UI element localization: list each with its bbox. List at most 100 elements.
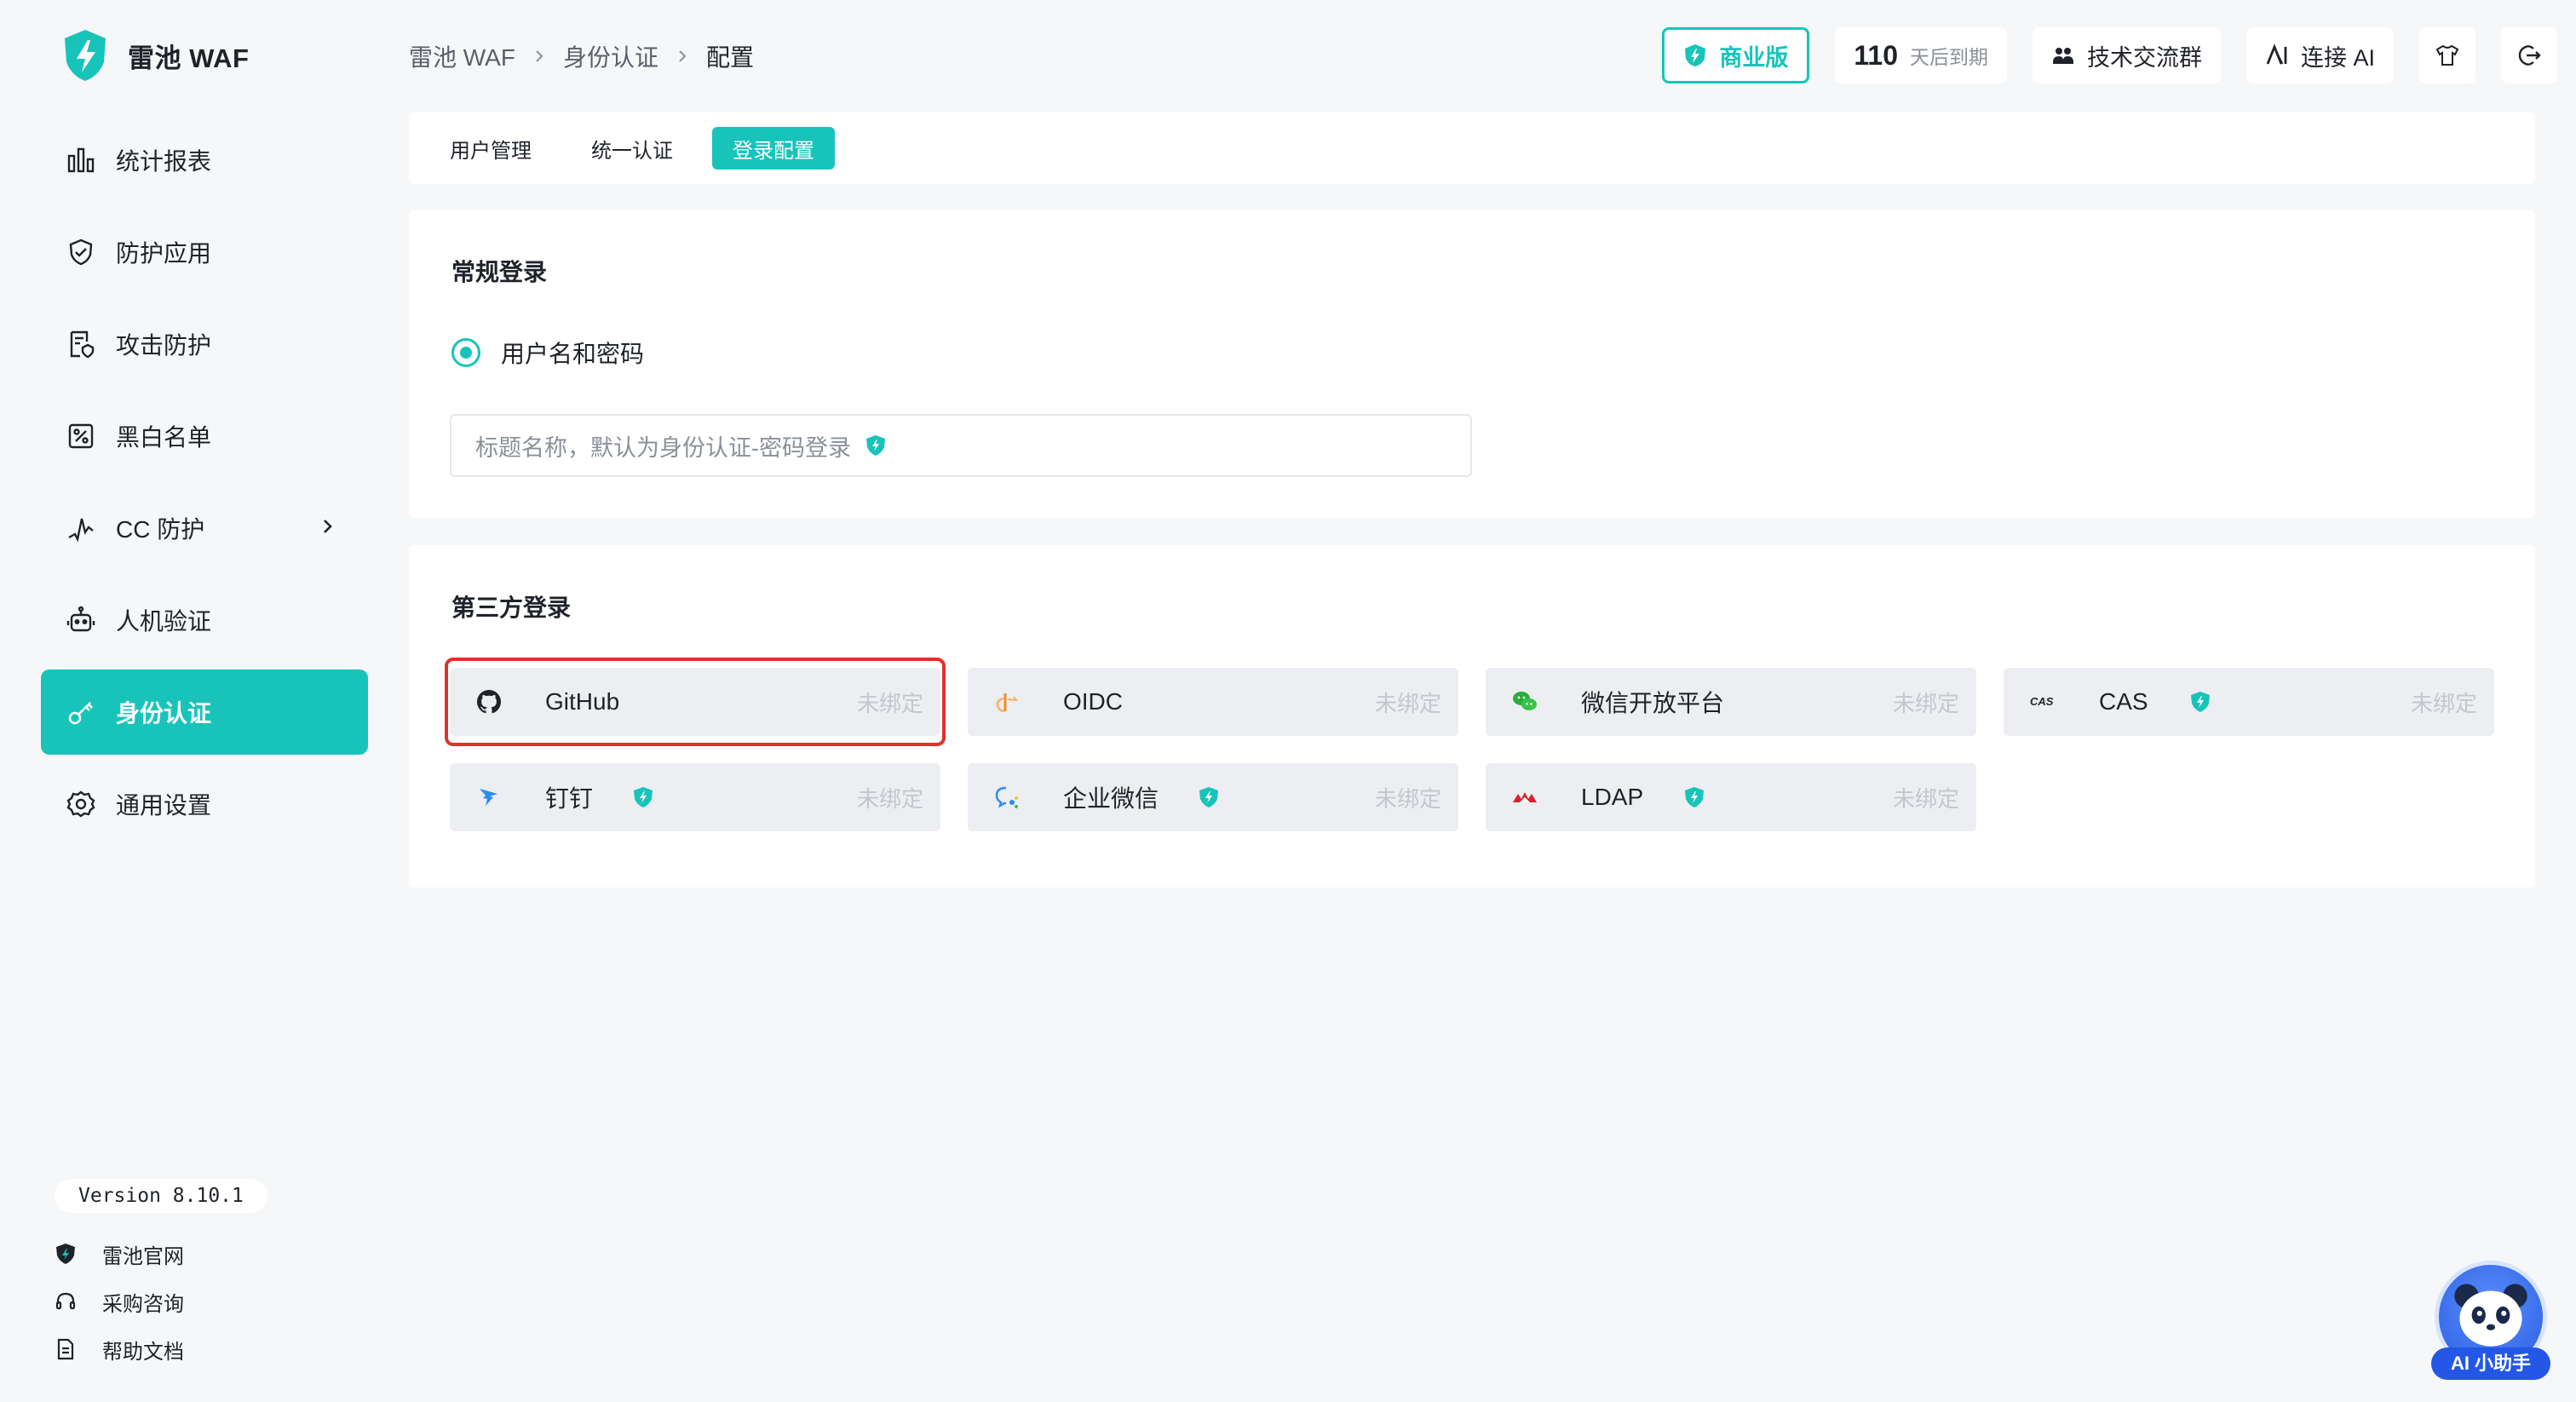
provider-name: 微信开放平台 [1581,690,1725,716]
provider-ldap[interactable]: LDAP 未绑定 [1486,763,1976,831]
breadcrumb-item[interactable]: 雷池 WAF [409,39,515,73]
chevron-right-icon [536,50,543,62]
provider-status: 未绑定 [856,785,923,812]
pro-badge-icon [866,435,885,456]
logout-icon [2518,45,2541,66]
sidebar-item-stats[interactable]: 统计报表 [41,118,368,203]
provider-wechat[interactable]: 微信开放平台 未绑定 [1486,668,1976,736]
key-icon [68,702,93,725]
sidebar-nav: 统计报表 防护应用 攻击防护 黑白名单 CC 防护 人机验证 身份认证 通用设置 [41,118,368,853]
sidebar-item-label: 黑白名单 [116,424,212,451]
edition-badge[interactable]: 商业版 [1662,27,1810,83]
theme-button[interactable] [2419,27,2475,83]
pro-badge-icon [1685,787,1704,807]
tab-login-config[interactable]: 登录配置 [712,127,835,170]
sidebar-item-label: 攻击防护 [116,332,212,359]
option-label: 用户名和密码 [501,341,645,367]
regular-login-card: 常规登录 用户名和密码 标题名称，默认为身份认证-密码登录 [409,210,2535,518]
sidebar-item-label: CC 防护 [116,516,205,543]
headset-icon [55,1292,76,1310]
brand[interactable]: 雷池 WAF [61,26,250,85]
provider-status: 未绑定 [1374,690,1441,716]
highlight-box [445,658,946,746]
shield-icon [69,238,93,266]
tshirt-icon [2435,44,2459,66]
breadcrumb-item[interactable]: 身份认证 [563,39,658,73]
link-label: 采购咨询 [102,1292,184,1316]
tab-unified-auth[interactable]: 统一认证 [571,127,693,170]
sidebar: 雷池 WAF 统计报表 防护应用 攻击防护 黑白名单 CC 防护 人机验证 身份… [0,0,392,1402]
sidebar-item-auth[interactable]: 身份认证 [41,669,368,755]
sidebar-item-label: 人机验证 [116,608,212,635]
connect-ai-button[interactable]: 连接 AI [2245,27,2394,83]
sidebar-item-settings[interactable]: 通用设置 [41,761,368,847]
brand-name: 雷池 WAF [128,43,250,73]
list-percent-icon [68,423,94,449]
community-button[interactable]: 技术交流群 [2032,27,2221,83]
provider-name: CAS [2099,688,2148,715]
provider-name: LDAP [1581,784,1644,810]
group-icon [2052,48,2073,64]
sidebar-item-apps[interactable]: 防护应用 [41,210,368,295]
password-login-option[interactable]: 用户名和密码 [451,336,644,370]
pulse-icon [68,518,94,543]
provider-cas[interactable]: CAS CAS 未绑定 [2004,668,2494,736]
sidebar-item-captcha[interactable]: 人机验证 [41,577,368,663]
edition-label: 商业版 [1719,44,1789,71]
cas-icon: CAS [2030,695,2054,708]
section-title: 常规登录 [451,259,548,285]
provider-dingtalk[interactable]: 钉钉 未绑定 [450,763,940,831]
breadcrumb: 雷池 WAF 身份认证 配置 [409,37,754,75]
provider-name: 钉钉 [545,785,594,812]
link-docs[interactable]: 帮助文档 [55,1325,184,1373]
sidebar-item-label: 防护应用 [116,240,212,267]
sidebar-item-label: 通用设置 [116,792,212,819]
link-official-site[interactable]: 雷池官网 [55,1230,184,1278]
document-shield-icon [70,330,95,359]
license-days: 110 天后到期 [1835,27,2007,83]
sidebar-item-label: 统计报表 [116,148,212,175]
wecom-icon [995,786,1018,808]
provider-status: 未绑定 [1892,690,1959,716]
chevron-right-icon [679,50,687,62]
ai-assistant-button[interactable]: AI 小助手 [2431,1257,2550,1385]
dingtalk-icon [480,789,497,806]
connect-ai-label: 连接 AI [2300,44,2375,71]
sidebar-item-cc[interactable]: CC 防护 [41,486,368,571]
radio-checked[interactable] [451,338,480,367]
wechat-icon [1513,692,1537,710]
days-count: 110 [1854,39,1898,71]
provider-status: 未绑定 [1892,785,1959,812]
breadcrumb-current: 配置 [705,44,754,71]
tabs-bar: 用户管理 统一认证 登录配置 [409,112,2535,184]
robot-icon [66,606,95,632]
footer-links: 雷池官网 采购咨询 帮助文档 [55,1230,184,1373]
tab-user-management[interactable]: 用户管理 [429,127,552,170]
oidc-icon [996,693,1019,713]
days-label: 天后到期 [1909,46,1988,68]
community-label: 技术交流群 [2086,44,2202,71]
ai-icon [2266,43,2287,65]
third-party-login-card: 第三方登录 GitHub 未绑定 OIDC 未绑定 微信开放平台 未绑定 CAS… [409,545,2535,888]
brand-logo-icon [1685,44,1706,66]
pro-badge-icon [2191,692,2210,712]
version-badge: Version 8.10.1 [55,1179,267,1213]
provider-name: OIDC [1063,688,1123,715]
provider-status: 未绑定 [1374,785,1441,812]
chart-icon [67,147,95,173]
sidebar-item-label: 身份认证 [116,700,212,727]
provider-status: 未绑定 [2410,690,2477,716]
pro-badge-icon [1199,787,1218,807]
sidebar-item-allowlist[interactable]: 黑白名单 [41,394,368,479]
link-purchase[interactable]: 采购咨询 [55,1278,184,1325]
sidebar-item-attack[interactable]: 攻击防护 [41,302,368,387]
pro-badge-icon [634,787,653,807]
login-title-input[interactable]: 标题名称，默认为身份认证-密码登录 [450,414,1472,477]
section-title: 第三方登录 [451,595,572,621]
provider-wecom[interactable]: 企业微信 未绑定 [968,763,1458,831]
provider-oidc[interactable]: OIDC 未绑定 [968,668,1458,736]
logout-button[interactable] [2501,27,2557,83]
shield-logo-icon [56,1244,75,1264]
assistant-label: AI 小助手 [2431,1347,2550,1380]
input-placeholder: 标题名称，默认为身份认证-密码登录 [475,434,851,461]
